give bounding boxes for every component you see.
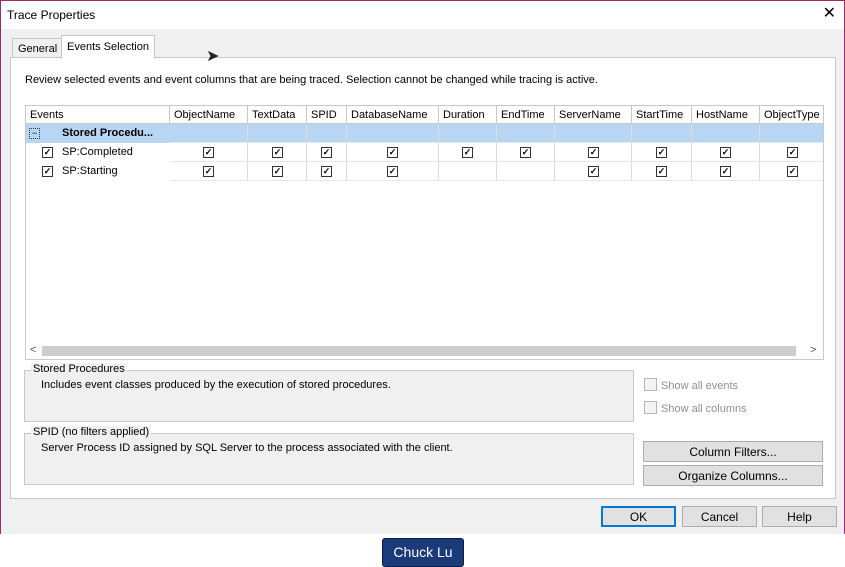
grid-cell[interactable] [497,162,555,181]
grid-cell[interactable] [439,162,497,181]
column-checkbox[interactable]: ✓ [321,166,332,177]
column-header-starttime[interactable]: StartTime [632,106,692,124]
scroll-left-icon[interactable]: < [30,344,36,356]
table-row[interactable]: ✓ SP:Completed ✓ ✓ ✓ ✓ ✓ ✓ ✓ ✓ ✓ ✓ [26,143,823,162]
column-checkbox[interactable]: ✓ [462,147,473,158]
table-row[interactable]: ✓ SP:Starting ✓ ✓ ✓ ✓ ✓ ✓ ✓ ✓ [26,162,823,181]
tab-general[interactable]: General [12,38,64,59]
column-checkbox[interactable]: ✓ [321,147,332,158]
grid-cell[interactable] [439,124,497,143]
window-title: Trace Properties [7,8,96,22]
event-checkbox[interactable]: ✓ [42,166,53,177]
help-button[interactable]: Help [762,506,837,527]
show-all-events-label: Show all events [661,380,739,392]
column-info-box: SPID (no filters applied) Server Process… [24,426,634,485]
event-info-title: Stored Procedures [31,363,127,375]
organize-columns-button[interactable]: Organize Columns... [643,465,823,486]
title-bar: Trace Properties ✕ [1,1,844,29]
ok-button[interactable]: OK [601,506,676,527]
column-checkbox[interactable]: ✓ [588,147,599,158]
event-info-box: Stored Procedures Includes event classes… [24,363,634,422]
event-label: SP:Completed [62,146,133,158]
scroll-right-icon[interactable]: > [810,344,816,356]
author-badge: Chuck Lu [382,538,464,567]
column-header-spid[interactable]: SPID [307,106,347,124]
event-info-text: Includes event classes produced by the e… [41,379,391,391]
column-info-text: Server Process ID assigned by SQL Server… [41,442,453,454]
column-checkbox[interactable]: ✓ [588,166,599,177]
panel-description: Review selected events and event columns… [25,74,598,86]
grid-cell[interactable] [692,124,760,143]
grid-cell[interactable] [170,124,248,143]
column-header-objecttype[interactable]: ObjectType [760,106,823,124]
column-checkbox[interactable]: ✓ [720,147,731,158]
event-group-row[interactable]: − Stored Procedu... [26,124,823,143]
column-checkbox[interactable]: ✓ [787,147,798,158]
column-checkbox[interactable]: ✓ [203,147,214,158]
column-checkbox[interactable]: ✓ [203,166,214,177]
column-checkbox[interactable]: ✓ [387,166,398,177]
column-checkbox[interactable]: ✓ [272,166,283,177]
grid-cell[interactable] [497,124,555,143]
column-header-servername[interactable]: ServerName [555,106,632,124]
column-checkbox[interactable]: ✓ [272,147,283,158]
grid-cell[interactable] [307,124,347,143]
show-all-events-option[interactable]: Show all events [644,378,738,392]
events-selection-panel: Review selected events and event columns… [10,57,836,499]
scrollbar-thumb[interactable] [42,346,796,356]
mouse-pointer-icon: ➤ [206,48,220,65]
show-all-columns-checkbox[interactable] [644,401,657,414]
event-checkbox[interactable]: ✓ [42,147,53,158]
event-label: SP:Starting [62,165,118,177]
column-checkbox[interactable]: ✓ [656,166,667,177]
horizontal-scrollbar[interactable]: < > [26,343,823,359]
grid-cell[interactable] [632,124,692,143]
close-icon[interactable]: ✕ [823,6,836,22]
column-checkbox[interactable]: ✓ [720,166,731,177]
column-checkbox[interactable]: ✓ [520,147,531,158]
show-all-columns-option[interactable]: Show all columns [644,401,747,415]
column-header-textdata[interactable]: TextData [248,106,307,124]
event-group-label: Stored Procedu... [62,127,154,139]
column-header-duration[interactable]: Duration [439,106,497,124]
tab-events-selection[interactable]: Events Selection [61,35,155,59]
grid-cell[interactable] [248,124,307,143]
cancel-button[interactable]: Cancel [682,506,757,527]
collapse-icon[interactable]: − [29,128,40,139]
column-header-endtime[interactable]: EndTime [497,106,555,124]
column-header-events[interactable]: Events [26,106,170,124]
show-all-events-checkbox[interactable] [644,378,657,391]
column-info-title: SPID (no filters applied) [31,426,152,438]
column-header-databasename[interactable]: DatabaseName [347,106,439,124]
grid-cell[interactable] [347,124,439,143]
trace-properties-window: Trace Properties ✕ General Events Select… [0,0,845,535]
column-header-hostname[interactable]: HostName [692,106,760,124]
column-checkbox[interactable]: ✓ [387,147,398,158]
grid-cell[interactable] [555,124,632,143]
column-checkbox[interactable]: ✓ [656,147,667,158]
grid-cell[interactable] [760,124,823,143]
column-header-objectname[interactable]: ObjectName [170,106,248,124]
column-checkbox[interactable]: ✓ [787,166,798,177]
events-grid: < > Events ObjectName TextData SPID Database… [25,105,824,360]
show-all-columns-label: Show all columns [661,403,747,415]
column-filters-button[interactable]: Column Filters... [643,441,823,462]
